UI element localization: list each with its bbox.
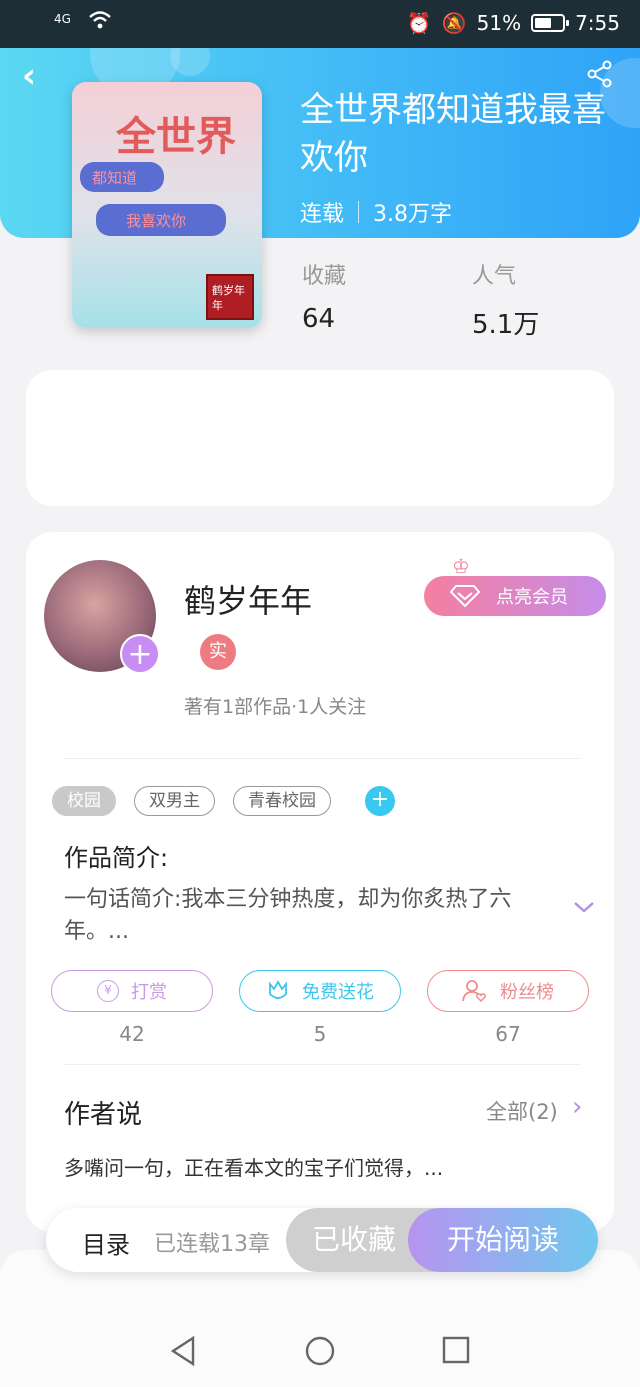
cover-big-text: 全世界: [116, 113, 236, 160]
clock: 7:55: [575, 11, 620, 35]
chevron-right-icon[interactable]: ›: [572, 1092, 582, 1122]
vip-button[interactable]: 点亮会员: [424, 576, 606, 616]
flower-icon: [269, 980, 287, 999]
stat-favorites: 收藏 64: [302, 258, 346, 334]
intro-text: 一句话简介:我本三分钟热度，却为你炙热了六年。...: [64, 887, 512, 944]
flower-count: 5: [313, 1022, 327, 1046]
divider: [64, 1064, 580, 1065]
fans-icon: [462, 980, 486, 1003]
back-button[interactable]: ‹: [22, 56, 36, 96]
tip-count: 42: [119, 1022, 145, 1046]
wifi-icon: [88, 10, 112, 36]
author-name[interactable]: 鹤岁年年: [184, 576, 312, 622]
cover-line1: 都知道: [80, 162, 164, 192]
meta-divider: [358, 201, 360, 223]
stat-label: 人气: [472, 264, 517, 289]
toc-button[interactable]: 目录: [82, 1225, 130, 1260]
fans-label: 粉丝榜: [500, 982, 554, 1003]
vip-label: 点亮会员: [496, 587, 568, 608]
book-status: 连载: [300, 202, 345, 227]
cover-line2: 我喜欢你: [96, 204, 226, 236]
add-tag-icon[interactable]: +: [365, 786, 395, 816]
status-bar: 4G ⏰ 🔕 51% 7:55: [0, 0, 640, 48]
intro-heading: 作品简介:: [64, 844, 169, 872]
author-says-all-link[interactable]: 全部(2): [486, 1096, 558, 1126]
diamond-icon: [450, 585, 480, 608]
crown-icon: ♔: [452, 554, 470, 578]
chapter-count[interactable]: 已连载13章: [154, 1226, 270, 1258]
yen-icon: ¥: [97, 980, 119, 1002]
tag[interactable]: 校园: [52, 786, 116, 816]
fans-count: 67: [495, 1022, 521, 1046]
stat-label: 收藏: [302, 264, 347, 289]
avatar[interactable]: +: [44, 560, 160, 674]
book-word-count: 3.8万字: [373, 202, 453, 227]
battery-icon: [531, 14, 570, 32]
tag[interactable]: 青春校园: [233, 786, 331, 816]
flower-label: 免费送花: [302, 982, 374, 1003]
empty-card: [26, 370, 614, 506]
mute-icon: 🔕: [441, 11, 467, 35]
nav-back-icon[interactable]: [170, 1336, 196, 1366]
status-right: ⏰ 🔕 51% 7:55: [407, 11, 620, 35]
tip-label: 打赏: [131, 982, 167, 1003]
stat-value: 5.1万: [472, 310, 540, 340]
battery-percent: 51%: [476, 11, 522, 35]
nav-recents-icon[interactable]: [442, 1336, 470, 1364]
fans-rank-button[interactable]: 粉丝榜: [427, 970, 589, 1012]
signal-icon: 4G: [54, 12, 71, 26]
author-says-heading: 作者说: [64, 1100, 143, 1130]
author-info: 著有1部作品·1人关注: [184, 696, 367, 718]
divider: [64, 758, 580, 759]
tip-button[interactable]: ¥ 打赏: [51, 970, 213, 1012]
follow-plus-icon[interactable]: +: [120, 634, 160, 674]
alarm-icon: ⏰: [406, 11, 432, 35]
expand-chevron-icon[interactable]: [572, 896, 596, 921]
bottom-action-bar: 目录 已连载13章 已收藏 开始阅读: [46, 1208, 598, 1272]
tag-list: 校园 双男主 青春校园 +: [52, 786, 395, 816]
decor-bubble: [170, 48, 210, 76]
book-meta: 连载 3.8万字: [300, 196, 452, 228]
share-icon[interactable]: [586, 60, 614, 88]
stat-value: 64: [302, 304, 336, 334]
verified-badge: 实: [200, 634, 236, 670]
book-title: 全世界都知道我最喜欢你: [300, 90, 606, 178]
book-cover[interactable]: 全世界 都知道 我喜欢你 鹤岁年年: [72, 82, 262, 328]
nav-home-icon[interactable]: [305, 1336, 335, 1366]
flower-button[interactable]: 免费送花: [239, 970, 401, 1012]
cover-seal: 鹤岁年年: [206, 274, 254, 320]
author-says-text[interactable]: 多嘴问一句，正在看本文的宝子们觉得，...: [64, 1152, 443, 1181]
stat-popularity: 人气 5.1万: [472, 258, 539, 341]
tag[interactable]: 双男主: [134, 786, 215, 816]
start-reading-button[interactable]: 开始阅读: [408, 1208, 598, 1272]
